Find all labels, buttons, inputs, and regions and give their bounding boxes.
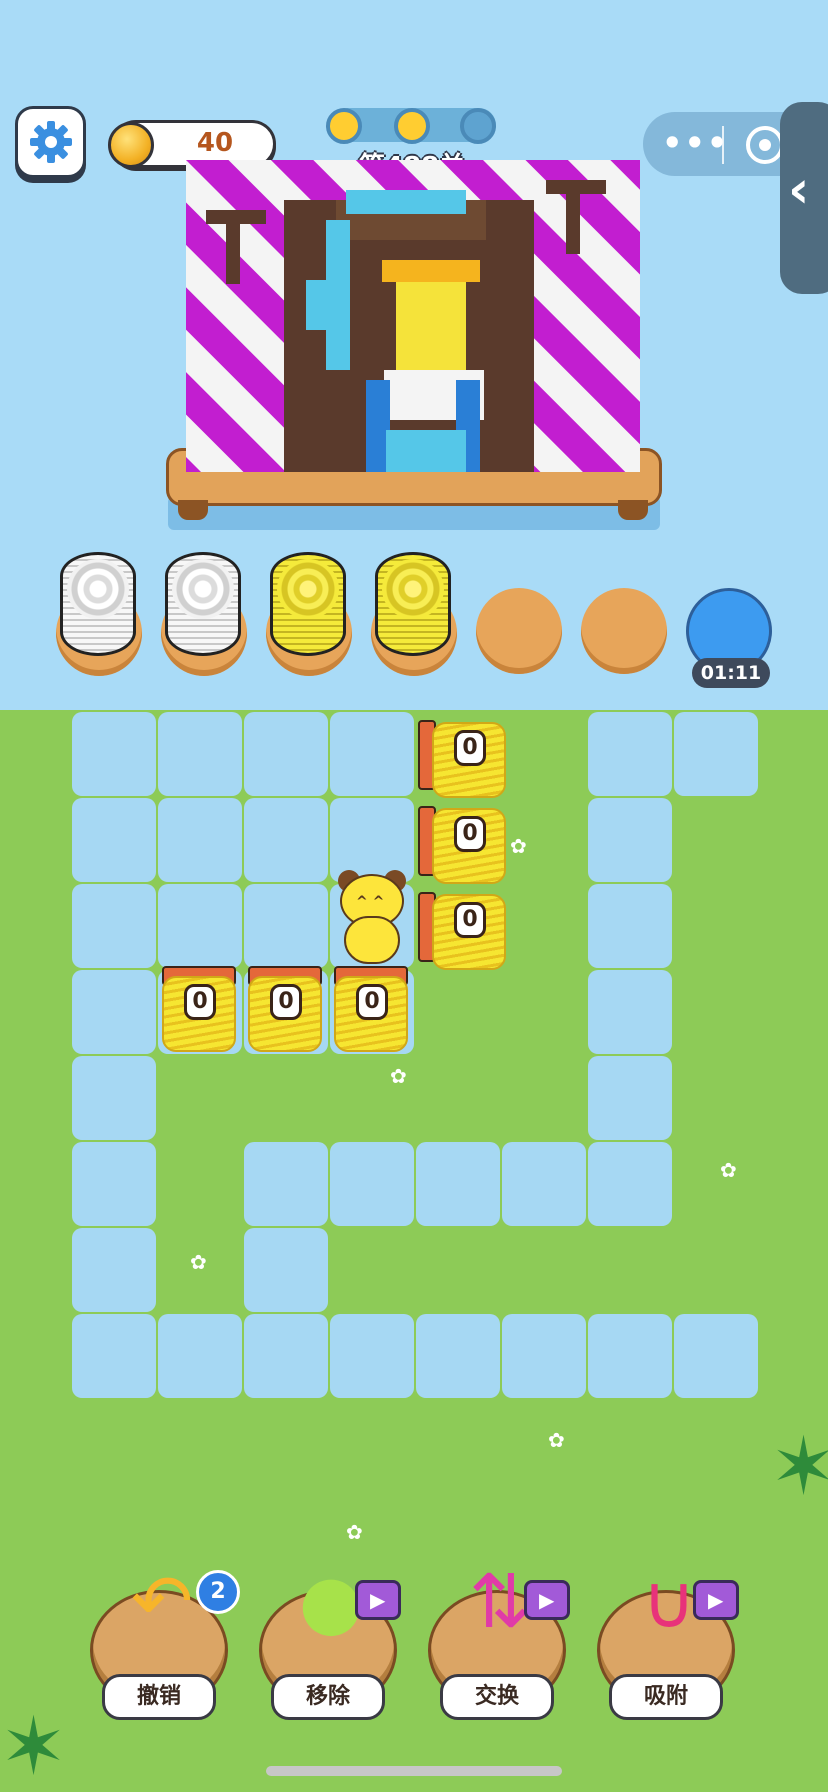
board-cell <box>244 1228 328 1312</box>
video-ad-icon <box>693 1580 739 1620</box>
white-spool[interactable] <box>165 552 241 656</box>
board-cell <box>158 1314 242 1398</box>
board-cell <box>588 1314 672 1398</box>
board-cell <box>416 1142 500 1226</box>
knitted-picture <box>186 160 640 472</box>
board-cell <box>330 1314 414 1398</box>
video-ad-icon <box>524 1580 570 1620</box>
yarn-block[interactable]: 0 <box>418 884 508 970</box>
board-cell <box>72 884 156 968</box>
board-cell <box>72 712 156 796</box>
palm-leaf-decoration: ✶ <box>0 1700 68 1792</box>
yarn-block[interactable]: 0 <box>418 712 508 798</box>
board-cell <box>244 712 328 796</box>
board-cell <box>588 970 672 1054</box>
yarn-block[interactable]: 0 <box>418 798 508 884</box>
video-ad-icon <box>355 1580 401 1620</box>
board-cell <box>674 1314 758 1398</box>
swap-label: 交换 <box>440 1674 554 1720</box>
white-spool[interactable] <box>60 552 136 656</box>
progress-dot-1 <box>326 108 362 144</box>
board-cell <box>72 1314 156 1398</box>
swap-tool[interactable]: ⇅ 交换 <box>428 1559 570 1720</box>
yarn-count: 0 <box>184 984 216 1020</box>
gear-icon <box>29 121 72 163</box>
undo-tool[interactable]: ↶ 2 撤销 <box>90 1559 240 1720</box>
board-cell <box>588 798 672 882</box>
board-cell <box>72 970 156 1054</box>
board-cell <box>244 884 328 968</box>
yarn-block[interactable]: 0 <box>162 966 238 1052</box>
board-cell <box>244 798 328 882</box>
flower-decoration: ✿ <box>346 1520 363 1544</box>
slot-timer: 01:11 <box>692 658 770 688</box>
undo-arrow-icon: ↶ <box>130 1559 193 1645</box>
board-cell <box>330 712 414 796</box>
coin-value: 40 <box>196 128 234 158</box>
board-cell <box>158 884 242 968</box>
undo-count-badge: 2 <box>196 1570 240 1614</box>
yarn-count: 0 <box>454 902 486 938</box>
board-cell <box>588 1142 672 1226</box>
board-cell <box>72 1142 156 1226</box>
yarn-block[interactable]: 0 <box>248 966 324 1052</box>
board-cell <box>674 712 758 796</box>
palm-leaf-decoration: ✶ <box>770 1420 828 1513</box>
settings-button[interactable] <box>15 106 86 178</box>
coin-icon <box>108 122 154 168</box>
board-cell <box>588 712 672 796</box>
progress-dot-2 <box>394 108 430 144</box>
magnet-tool[interactable]: ∪ 吸附 <box>597 1559 739 1720</box>
board-cell <box>244 1142 328 1226</box>
more-menu-icon[interactable]: ••• <box>662 124 729 162</box>
board-cell <box>330 1142 414 1226</box>
empty-slot <box>476 588 562 674</box>
flower-decoration: ✿ <box>190 1250 207 1274</box>
flower-decoration: ✿ <box>720 1158 737 1182</box>
board-cell <box>72 1228 156 1312</box>
yarn-count: 0 <box>356 984 388 1020</box>
board-cell <box>244 1314 328 1398</box>
remove-tool[interactable]: ● 移除 <box>259 1559 401 1720</box>
board-cell <box>416 1314 500 1398</box>
remove-label: 移除 <box>271 1674 385 1720</box>
flower-decoration: ✿ <box>510 834 527 858</box>
board-cell <box>588 1056 672 1140</box>
board-cell <box>588 884 672 968</box>
yarn-count: 0 <box>454 730 486 766</box>
magnet-label: 吸附 <box>609 1674 723 1720</box>
bear-character[interactable]: ^ ^ <box>334 870 410 966</box>
yarn-block[interactable]: 0 <box>334 966 410 1052</box>
board-cell <box>158 712 242 796</box>
stand-leg-left <box>178 500 208 520</box>
flower-decoration: ✿ <box>390 1064 407 1088</box>
board-cell <box>502 1314 586 1398</box>
empty-slot <box>581 588 667 674</box>
yarn-count: 0 <box>454 816 486 852</box>
progress-dot-3 <box>460 108 496 144</box>
board-cell <box>72 1056 156 1140</box>
yarn-count: 0 <box>270 984 302 1020</box>
home-indicator[interactable] <box>266 1766 562 1776</box>
yellow-spool[interactable] <box>270 552 346 656</box>
board-cell <box>72 798 156 882</box>
yellow-spool[interactable] <box>375 552 451 656</box>
board-cell <box>502 1142 586 1226</box>
flower-decoration: ✿ <box>548 1428 565 1452</box>
capsule-divider <box>722 126 724 164</box>
board-cell <box>158 798 242 882</box>
stand-leg-right <box>618 500 648 520</box>
chevron-left-icon: ‹ <box>788 160 810 220</box>
undo-label: 撤销 <box>102 1674 216 1720</box>
close-target-icon[interactable] <box>746 126 784 164</box>
